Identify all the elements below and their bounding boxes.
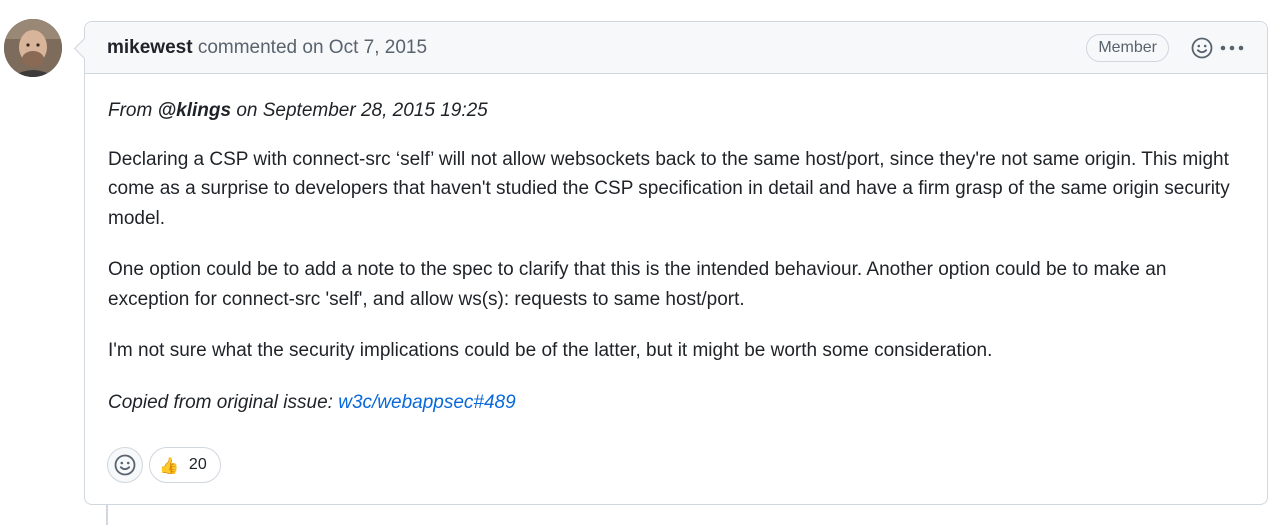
avatar[interactable]	[4, 19, 62, 77]
thumbs-up-icon: 👍	[159, 455, 179, 475]
add-reaction-button[interactable]	[1189, 35, 1215, 61]
comment-header: mikewest commented on Oct 7, 2015 Member	[85, 22, 1267, 74]
paragraph-1: Declaring a CSP with connect-src ‘self’ …	[108, 148, 1230, 229]
comment-box: mikewest commented on Oct 7, 2015 Member…	[84, 21, 1268, 505]
reaction-count: 20	[188, 456, 207, 473]
add-reaction-footer-button[interactable]	[107, 447, 143, 483]
role-badge: Member	[1086, 33, 1169, 62]
timeline-connector	[106, 505, 108, 525]
comment-header-text: mikewest commented on Oct 7, 2015	[107, 37, 1086, 59]
copied-prefix: Copied from original issue:	[108, 391, 333, 413]
thumbs-up-reaction[interactable]: 👍 20	[149, 447, 221, 483]
from-suffix: on September 28, 2015 19:25	[236, 100, 488, 121]
comment-body: From @klings on September 28, 2015 19:25…	[108, 96, 1248, 439]
smiley-icon	[114, 454, 136, 476]
original-issue-link[interactable]: w3c/webappsec#489	[338, 392, 515, 413]
copied-from-line: Copied from original issue: w3c/webappse…	[108, 388, 1248, 418]
reactions-bar: 👍 20	[107, 447, 221, 483]
comment-action: commented on	[197, 36, 324, 58]
more-options-button[interactable]	[1219, 35, 1245, 61]
mention-link[interactable]: @klings	[158, 100, 231, 121]
from-prefix: From	[108, 100, 153, 121]
comment-timestamp[interactable]: Oct 7, 2015	[329, 37, 427, 58]
from-line: From @klings on September 28, 2015 19:25	[108, 96, 1248, 126]
paragraph-2: One option could be to add a note to the…	[108, 259, 1167, 310]
author-link[interactable]: mikewest	[107, 37, 193, 58]
paragraph-3: I'm not sure what the security implicati…	[108, 340, 993, 361]
smiley-icon	[1191, 37, 1213, 58]
kebab-horizontal-icon	[1220, 45, 1244, 50]
